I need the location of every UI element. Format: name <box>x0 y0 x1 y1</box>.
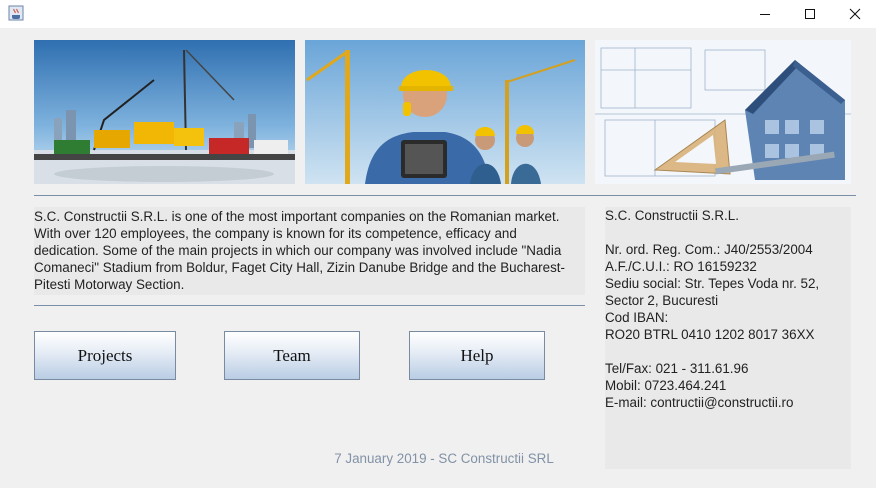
reg-com-number: Nr. ord. Reg. Com.: J40/2553/2004 <box>605 242 813 257</box>
close-icon <box>849 8 861 20</box>
tel-fax: Tel/Fax: 021 - 311.61.96 <box>605 361 749 376</box>
email-address: E-mail: contructii@constructii.ro <box>605 395 794 410</box>
close-button[interactable] <box>832 0 876 28</box>
iban-value: RO20 BTRL 0410 1202 8017 36XX <box>605 327 815 342</box>
maximize-icon <box>805 9 815 19</box>
address-line-2: Sector 2, Bucuresti <box>605 293 719 308</box>
middle-separator <box>34 305 585 306</box>
company-name: S.C. Constructii S.R.L. <box>605 208 739 223</box>
minimize-icon <box>760 14 770 15</box>
footer-text: 7 January 2019 - SC Constructii SRL <box>334 451 554 466</box>
team-button[interactable]: Team <box>224 331 360 380</box>
blueprint-house-model-photo <box>595 40 851 184</box>
about-company-text: S.C. Constructii S.R.L. is one of the mo… <box>34 207 585 295</box>
help-button[interactable]: Help <box>409 331 545 380</box>
mobile-phone: Mobil: 0723.464.241 <box>605 378 727 393</box>
minimize-button[interactable] <box>742 0 788 28</box>
maximize-button[interactable] <box>787 0 833 28</box>
window-titlebar <box>0 0 876 28</box>
company-info-panel: S.C. Constructii S.R.L. Nr. ord. Reg. Co… <box>605 207 851 469</box>
java-app-icon <box>8 5 24 21</box>
iban-label: Cod IBAN: <box>605 310 669 325</box>
construction-machinery-photo <box>34 40 295 184</box>
address-line-1: Sediu social: Str. Tepes Voda nr. 52, <box>605 276 820 291</box>
projects-button[interactable]: Projects <box>34 331 176 380</box>
cui-number: A.F./C.U.I.: RO 16159232 <box>605 259 757 274</box>
top-separator <box>34 195 856 196</box>
engineer-with-tablet-photo <box>305 40 585 184</box>
